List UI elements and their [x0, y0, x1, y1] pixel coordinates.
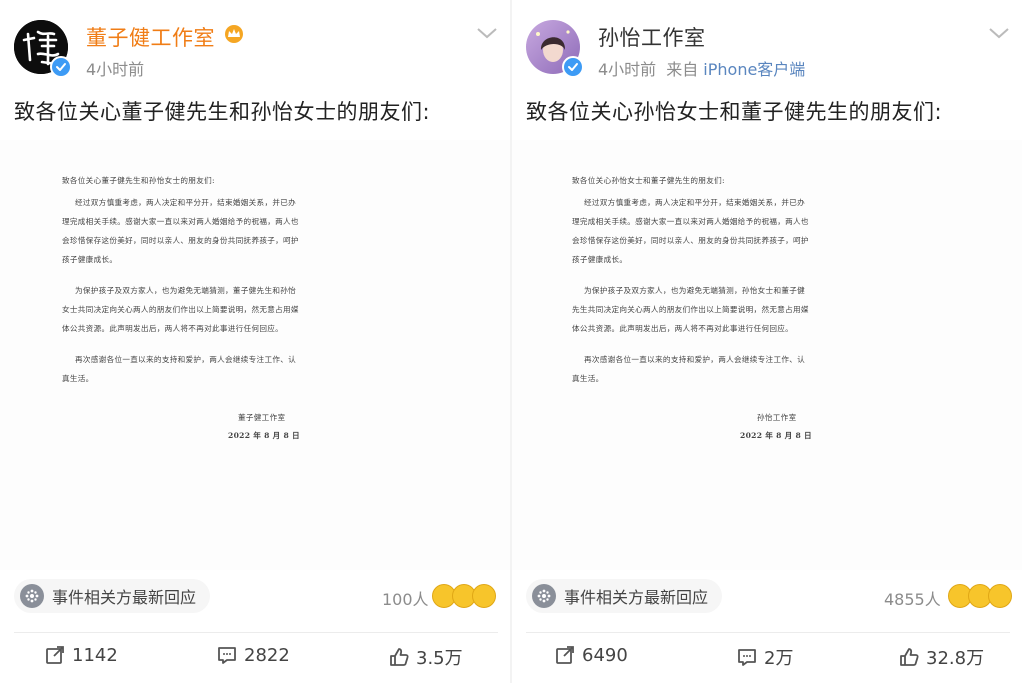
post-time: 4小时前 [598, 60, 657, 79]
like-icon [390, 648, 409, 666]
action-bar: 6490 2万 32.8万 [512, 644, 1022, 674]
letter-line: 孩子健康成长。 [62, 255, 118, 264]
like-button[interactable]: 3.5万 [388, 644, 463, 670]
letter-line: 真生活。 [62, 374, 94, 383]
statement-image[interactable]: 致各位关心董子健先生和孙怡女士的朋友们: 经过双方慎重考虑，两人决定和平分开，结… [0, 140, 510, 570]
chevron-down-icon[interactable] [476, 26, 498, 40]
repost-icon [556, 646, 574, 664]
statement-image[interactable]: 致各位关心孙怡女士和董子健先生的朋友们: 经过双方慎重考虑，两人决定和平分开，结… [512, 140, 1022, 570]
event-response-button[interactable]: 事件相关方最新回应 [14, 579, 211, 613]
verified-badge-icon [562, 56, 584, 78]
repost-icon [46, 646, 64, 664]
letter-signature: 董子健工作室 [238, 413, 286, 422]
post-text: 致各位关心董子健先生和孙怡女士的朋友们: [14, 100, 431, 124]
like-icon [900, 648, 919, 666]
letter-greeting: 致各位关心孙怡女士和董子健先生的朋友们: [572, 176, 725, 185]
letter-line: 孩子健康成长。 [572, 255, 628, 264]
like-button[interactable]: 32.8万 [898, 644, 984, 670]
post-text: 致各位关心孙怡女士和董子健先生的朋友们: [526, 100, 943, 124]
divider [526, 632, 1010, 633]
verified-badge-icon [50, 56, 72, 78]
reaction-count[interactable]: 100人 [382, 586, 429, 610]
letter-date: 2022 年 8 月 8 日 [228, 431, 300, 440]
weibo-post-left: 董子健工作室 4小时前 致各位关心董子健先生和孙怡女士的朋友们: 致各位关心董子… [0, 0, 512, 683]
letter-line: 为保护孩子及双方家人，也为避免无端猜测，孙怡女士和董子健 [584, 286, 806, 295]
source-prefix: 来自 [666, 60, 699, 79]
letter-line: 再次感谢各位一直以来的支持和爱护，两人会继续专注工作、认 [584, 355, 806, 364]
letter-date: 2022 年 8 月 8 日 [740, 431, 812, 440]
letter-line: 真生活。 [572, 374, 604, 383]
event-label: 事件相关方最新回应 [52, 588, 197, 607]
letter-line: 女士共同决定向关心两人的朋友们作出以上简要说明，然无意占用媒 [62, 305, 299, 314]
like-count: 3.5万 [416, 648, 463, 669]
laugh-emoji-icon [988, 584, 1012, 608]
letter-line: 先生共同决定向关心两人的朋友们作出以上简要说明，然无意占用媒 [572, 305, 809, 314]
event-icon [20, 584, 44, 608]
comment-icon [738, 649, 756, 666]
account-name[interactable]: 孙怡工作室 [598, 22, 706, 52]
comment-button[interactable]: 2822 [216, 644, 290, 666]
letter-line: 体公共资源。此声明发出后，两人将不再对此事进行任何回应。 [572, 324, 794, 333]
post-meta: 4小时前 [86, 56, 144, 80]
shocked-emoji-icon [472, 584, 496, 608]
like-count: 32.8万 [926, 648, 985, 669]
post-meta: 4小时前 来自 iPhone客户端 [598, 56, 805, 80]
source-device-link[interactable]: iPhone客户端 [703, 60, 805, 79]
event-response-button[interactable]: 事件相关方最新回应 [526, 579, 723, 613]
event-icon [532, 584, 556, 608]
letter-line: 经过双方慎重考虑，两人决定和平分开，结束婚姻关系，并已办 [75, 198, 297, 207]
vip-crown-icon [225, 25, 243, 43]
letter-line: 会珍惜保存这份美好，同时以亲人、朋友的身份共同抚养孩子，呵护 [62, 236, 299, 245]
divider [14, 632, 498, 633]
chevron-down-icon[interactable] [988, 26, 1010, 40]
letter-line: 再次感谢各位一直以来的支持和爱护，两人会继续专注工作、认 [75, 355, 297, 364]
comment-count: 2万 [764, 648, 794, 669]
letter-line: 为保护孩子及双方家人，也为避免无端猜测，董子健先生和孙怡 [75, 286, 297, 295]
comment-icon [218, 647, 236, 664]
letter-line: 理完成相关手续。感谢大家一直以来对两人婚姻给予的祝福，两人也 [572, 217, 809, 226]
comment-count: 2822 [244, 644, 290, 666]
repost-button[interactable]: 1142 [44, 644, 118, 666]
repost-count: 6490 [582, 644, 628, 666]
reaction-count[interactable]: 4855人 [884, 586, 941, 610]
letter-line: 体公共资源。此声明发出后，两人将不再对此事进行任何回应。 [62, 324, 284, 333]
letter-line: 经过双方慎重考虑，两人决定和平分开，结束婚姻关系，并已办 [584, 198, 806, 207]
weibo-post-right: 孙怡工作室 4小时前 来自 iPhone客户端 致各位关心孙怡女士和董子健先生的朋… [512, 0, 1024, 683]
comment-button[interactable]: 2万 [736, 644, 793, 670]
repost-count: 1142 [72, 644, 118, 666]
repost-button[interactable]: 6490 [554, 644, 628, 666]
letter-greeting: 致各位关心董子健先生和孙怡女士的朋友们: [62, 176, 215, 185]
account-name[interactable]: 董子健工作室 [86, 22, 215, 52]
letter-signature: 孙怡工作室 [757, 413, 797, 422]
event-label: 事件相关方最新回应 [564, 588, 709, 607]
action-bar: 1142 2822 3.5万 [0, 644, 510, 674]
letter-line: 会珍惜保存这份美好，同时以亲人、朋友的身份共同抚养孩子，呵护 [572, 236, 809, 245]
letter-line: 理完成相关手续。感谢大家一直以来对两人婚姻给予的祝福，两人也 [62, 217, 299, 226]
post-time: 4小时前 [86, 60, 145, 79]
